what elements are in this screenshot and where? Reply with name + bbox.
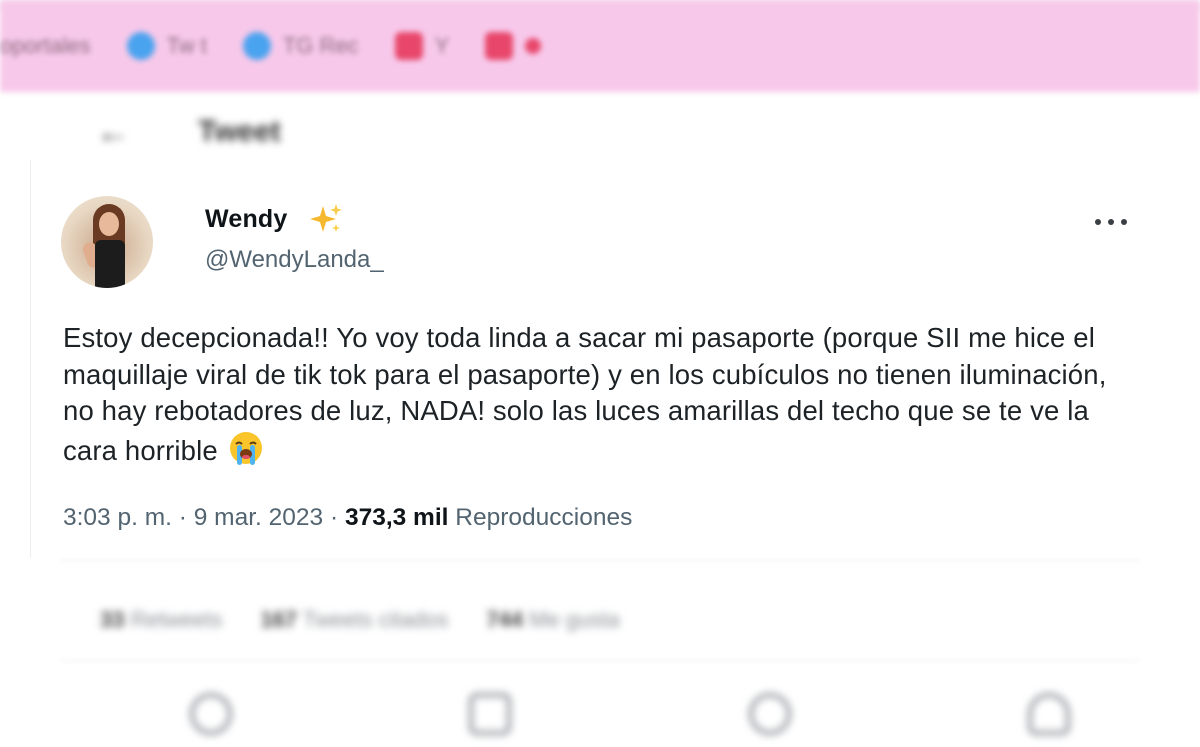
dot xyxy=(1095,219,1101,225)
more-options-icon[interactable] xyxy=(1095,210,1127,234)
divider xyxy=(60,660,1140,661)
stat-label: Tweets citados xyxy=(302,607,449,632)
bookmark-label: Y xyxy=(434,33,450,58)
tweet-text-container: Estoy decepcionada!! Yo voy toda linda a… xyxy=(63,320,1143,469)
mail-icon xyxy=(485,32,514,60)
tweet-card: Wendy @WendyLanda_ Estoy decepcionada!! … xyxy=(30,160,1170,558)
bookmark-label: Tw t xyxy=(166,33,207,58)
stat-quote-tweets[interactable]: 167 Tweets citados xyxy=(260,607,448,633)
meta-separator: · xyxy=(178,504,187,531)
notification-dot-icon xyxy=(525,38,542,54)
page-title: Tweet xyxy=(198,115,281,148)
stat-retweets[interactable]: 33 Retweets xyxy=(100,607,222,633)
stat-count: 33 xyxy=(100,607,125,632)
bookmarks-bar: oportales Tw t TG Rec Y xyxy=(0,0,1200,92)
bookmark-item[interactable] xyxy=(485,32,542,60)
avatar[interactable] xyxy=(61,196,153,288)
bookmark-item[interactable]: Tw t xyxy=(126,32,207,60)
sparkles-icon xyxy=(310,204,342,232)
author-display-name[interactable]: Wendy xyxy=(205,205,288,234)
tweet-text: Estoy decepcionada!! Yo voy toda linda a… xyxy=(63,322,1107,466)
tweet-time[interactable]: 3:03 p. m. xyxy=(63,504,172,531)
loudly-crying-face-icon xyxy=(229,431,262,465)
stat-label: Me gusta xyxy=(529,607,620,632)
like-icon[interactable] xyxy=(748,693,791,735)
bookmark-item[interactable]: Y xyxy=(394,32,450,60)
bookmark-item[interactable]: TG Rec xyxy=(242,32,359,60)
views-label: Reproducciones xyxy=(455,504,633,531)
back-arrow-icon[interactable]: ← xyxy=(96,113,130,152)
page-header: ← Tweet xyxy=(70,100,1070,164)
meta-separator: · xyxy=(329,504,339,531)
avatar-face xyxy=(99,212,119,236)
stat-label: Retweets xyxy=(130,607,223,632)
divider xyxy=(60,560,1140,561)
twitter-icon xyxy=(126,32,155,60)
views-count[interactable]: 373,3 mil xyxy=(345,504,449,531)
bookmark-item[interactable]: oportales xyxy=(0,33,91,59)
bookmark-label: oportales xyxy=(0,33,91,58)
author-handle[interactable]: @WendyLanda_ xyxy=(205,246,384,274)
retweet-icon[interactable] xyxy=(469,693,512,735)
dot xyxy=(1108,219,1114,225)
tweet-date[interactable]: 9 mar. 2023 xyxy=(194,504,323,531)
reply-icon[interactable] xyxy=(190,693,232,735)
dot xyxy=(1121,219,1127,225)
tweet-actions xyxy=(190,684,1070,744)
share-icon[interactable] xyxy=(1027,693,1070,735)
tweet-meta: 3:03 p. m. · 9 mar. 2023 · 373,3 mil Rep… xyxy=(63,504,632,532)
stat-count: 167 xyxy=(260,607,298,632)
bookmark-label: TG Rec xyxy=(282,33,359,58)
stat-likes[interactable]: 744 Me gusta xyxy=(486,607,619,633)
avatar-dress xyxy=(95,240,125,288)
mail-icon xyxy=(394,32,423,60)
stat-count: 744 xyxy=(486,607,523,632)
circle-icon xyxy=(242,32,271,60)
engagement-stats: 33 Retweets 167 Tweets citados 744 Me gu… xyxy=(100,598,620,642)
